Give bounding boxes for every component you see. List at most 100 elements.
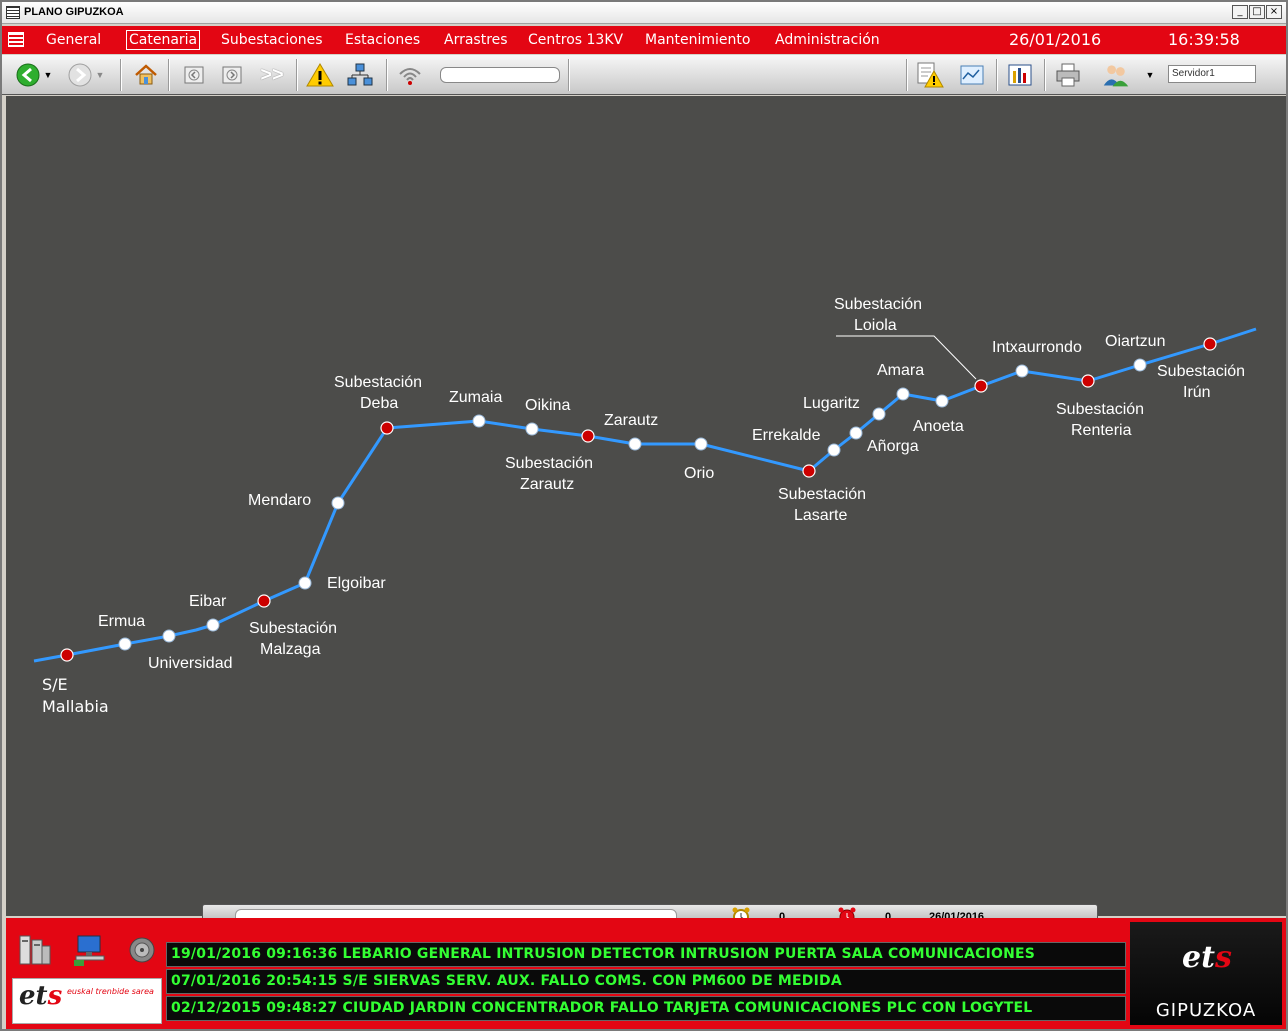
close-button[interactable]: ×: [1266, 5, 1282, 19]
label-lasarte: Subestación Lasarte: [778, 486, 866, 524]
toolbar-separator: [996, 59, 998, 91]
toolbar: ▼ ▼ >> ▼ Servidor1: [2, 55, 1286, 95]
station-oikina-node[interactable]: [525, 422, 539, 436]
toolbar-separator: [1044, 59, 1046, 91]
search-input[interactable]: [440, 67, 560, 83]
menu-catenaria[interactable]: Catenaria: [126, 30, 201, 50]
station-zarautz-node[interactable]: [628, 437, 642, 451]
label-errekalde: Errekalde: [752, 427, 821, 444]
trend-icon[interactable]: [958, 61, 986, 89]
previous-icon[interactable]: [180, 61, 208, 89]
catenary-line: [33, 327, 1257, 663]
label-deba: Subestación Deba: [334, 374, 422, 412]
forward-icon[interactable]: [66, 61, 94, 89]
label-mallabia: S/E Mallabia: [42, 675, 109, 716]
station-zumaia-node[interactable]: [472, 414, 486, 428]
fast-forward-icon[interactable]: >>: [258, 61, 286, 89]
substation-renteria-node[interactable]: [1081, 374, 1095, 388]
brand-logo-s: s: [1214, 940, 1232, 975]
substation-lasarte-node[interactable]: [802, 464, 816, 478]
back-dropdown-icon[interactable]: ▼: [42, 61, 54, 89]
home-icon[interactable]: [132, 61, 160, 89]
substation-malzaga-node[interactable]: [257, 594, 271, 608]
label-orio: Orio: [684, 465, 714, 482]
label-zumaia: Zumaia: [449, 389, 502, 406]
menu-subestaciones[interactable]: Subestaciones: [219, 32, 325, 48]
label-anoeta: Anoeta: [913, 418, 964, 435]
toolbar-separator: [386, 59, 388, 91]
signal-icon[interactable]: [396, 61, 424, 89]
maximize-button[interactable]: □: [1249, 5, 1265, 19]
network-icon[interactable]: [346, 61, 374, 89]
ets-logo-s: s: [47, 981, 63, 1011]
station-elgoibar-node[interactable]: [298, 576, 312, 590]
toolbar-separator: [296, 59, 298, 91]
report-icon[interactable]: [1006, 61, 1034, 89]
alarm-list-icon[interactable]: [916, 61, 944, 89]
menu-mantenimiento[interactable]: Mantenimiento: [643, 32, 752, 48]
toolbar-separator: [120, 59, 122, 91]
label-renteria: Subestación Renteria: [1056, 401, 1144, 439]
ets-logo-subtitle: euskal trenbide sarea: [67, 987, 154, 996]
station-mendaro-node[interactable]: [331, 496, 345, 510]
station-errekalde-node[interactable]: [827, 443, 841, 457]
label-oiartzun: Oiartzun: [1105, 333, 1165, 350]
substation-deba-node[interactable]: [380, 421, 394, 435]
back-icon[interactable]: [14, 61, 42, 89]
station-ermua-node[interactable]: [118, 637, 132, 651]
catenary-map: S/E Mallabia Ermua Universidad Eibar Sube…: [6, 96, 1286, 916]
station-anorga-node[interactable]: [849, 426, 863, 440]
app-icon: [6, 6, 20, 19]
label-oikina: Oikina: [525, 397, 570, 414]
users-icon[interactable]: [1102, 61, 1130, 89]
substation-loiola-node[interactable]: [974, 379, 988, 393]
label-zarautz-substation: Subestación Zarautz: [505, 455, 593, 493]
servers-icon[interactable]: [14, 930, 54, 970]
forward-dropdown-icon[interactable]: ▼: [94, 61, 106, 89]
station-amara-node[interactable]: [896, 387, 910, 401]
printer-icon[interactable]: [1054, 61, 1082, 89]
station-anoeta-node[interactable]: [935, 394, 949, 408]
station-eibar-node[interactable]: [206, 618, 220, 632]
label-lugaritz: Lugaritz: [803, 395, 860, 412]
workstation-icon[interactable]: [70, 930, 110, 970]
substation-zarautz-node[interactable]: [581, 429, 595, 443]
menu-grid-icon[interactable]: [8, 32, 24, 47]
speaker-icon[interactable]: [122, 930, 162, 970]
menu-arrastres[interactable]: Arrastres: [442, 32, 510, 48]
window-title: PLANO GIPUZKOA: [24, 6, 124, 18]
substation-mallabia-node[interactable]: [60, 648, 74, 662]
app-window: PLANO GIPUZKOA _ □ × General Catenaria S…: [0, 0, 1288, 1031]
menu-centros-13kv[interactable]: Centros 13KV: [526, 32, 625, 48]
menu-general[interactable]: General: [44, 32, 103, 48]
minimize-button[interactable]: _: [1232, 5, 1248, 19]
users-dropdown-icon[interactable]: ▼: [1144, 61, 1156, 89]
menu-estaciones[interactable]: Estaciones: [343, 32, 422, 48]
server-field[interactable]: Servidor1: [1168, 65, 1256, 83]
header-date: 26/01/2016: [1009, 30, 1102, 49]
alarm-row[interactable]: 19/01/2016 09:16:36 LEBARIO GENERAL INTR…: [166, 942, 1126, 967]
station-oiartzun-node[interactable]: [1133, 358, 1147, 372]
alarm-row[interactable]: 07/01/2016 20:54:15 S/E SIERVAS SERV. AU…: [166, 969, 1126, 994]
label-intxaurrondo: Intxaurrondo: [992, 339, 1082, 356]
label-mendaro: Mendaro: [248, 492, 311, 509]
label-eibar: Eibar: [189, 593, 227, 610]
brand-logo-text: et: [1182, 940, 1215, 975]
menu-administracion[interactable]: Administración: [773, 32, 882, 48]
toolbar-separator: [168, 59, 170, 91]
label-anorga: Añorga: [867, 438, 919, 455]
label-elgoibar: Elgoibar: [327, 575, 386, 592]
station-lugaritz-node[interactable]: [872, 407, 886, 421]
alarm-row[interactable]: 02/12/2015 09:48:27 CIUDAD JARDIN CONCEN…: [166, 996, 1126, 1021]
warning-icon[interactable]: [306, 61, 334, 89]
station-universidad-node[interactable]: [162, 629, 176, 643]
substation-irun-node[interactable]: [1203, 337, 1217, 351]
ets-logo-text: et: [19, 981, 48, 1011]
station-orio-node[interactable]: [694, 437, 708, 451]
ets-logo: ets euskal trenbide sarea: [12, 978, 162, 1024]
header-time: 16:39:58: [1168, 30, 1240, 49]
station-intxaurrondo-node[interactable]: [1015, 364, 1029, 378]
label-amara: Amara: [877, 362, 924, 379]
label-zarautz: Zarautz: [604, 412, 658, 429]
next-icon[interactable]: [218, 61, 246, 89]
